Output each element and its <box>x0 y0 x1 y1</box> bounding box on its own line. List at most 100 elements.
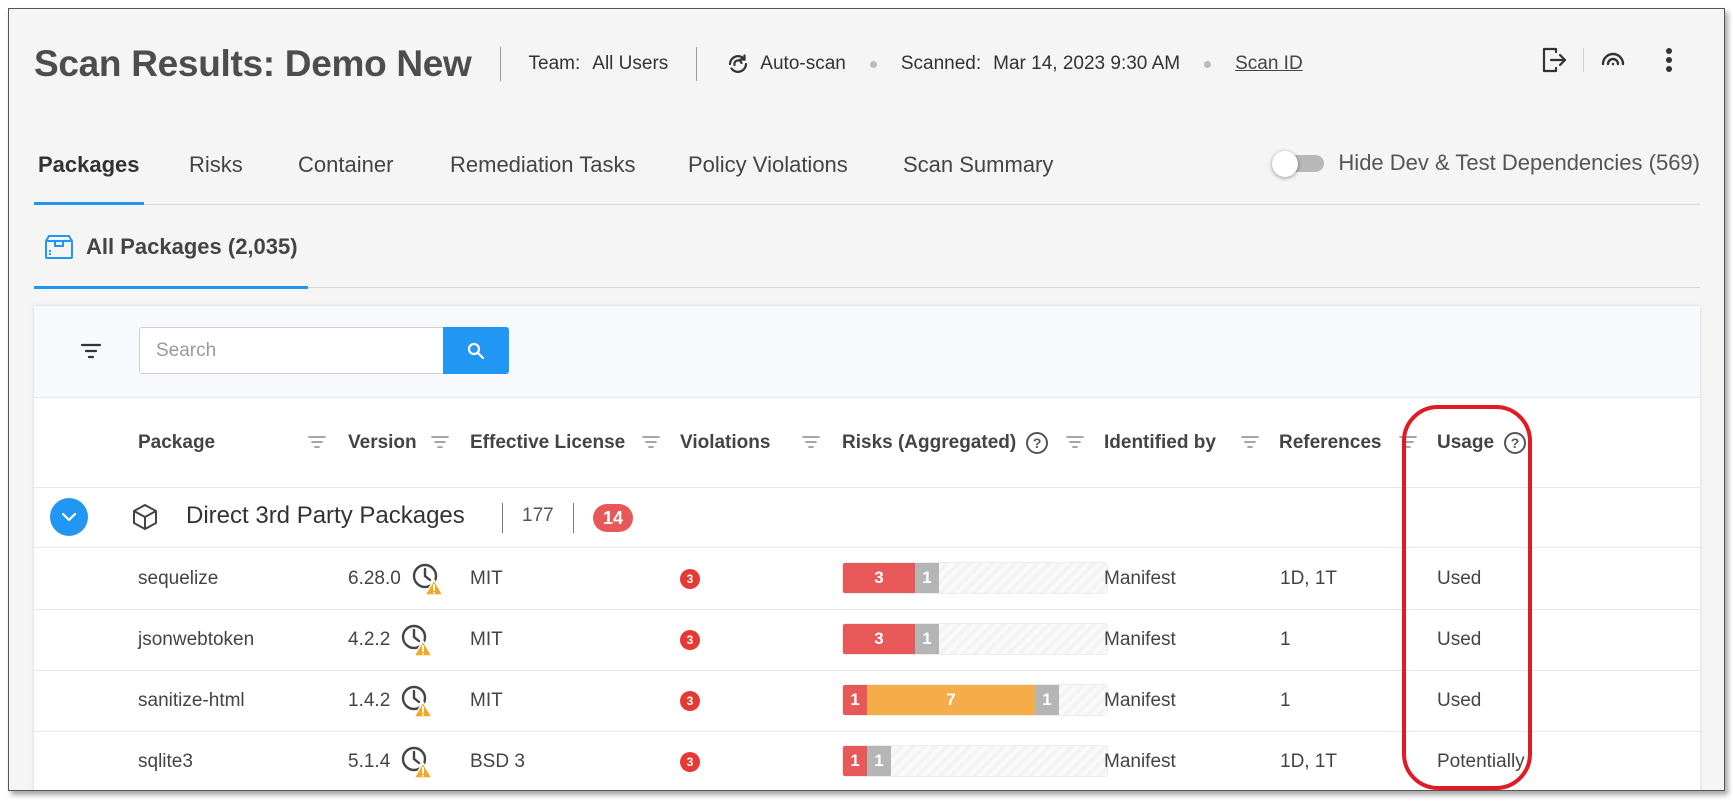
references: 1D, 1T <box>1280 751 1338 772</box>
outdated-warning-icon <box>412 563 444 596</box>
column-filter-icon[interactable] <box>429 431 451 453</box>
license: BSD 3 <box>470 751 525 772</box>
table-row[interactable]: sanitize-html 1.4.2 MIT 3 1 7 1 Manifest 1 Used <box>34 671 1700 732</box>
table-row[interactable]: jsonwebtoken 4.2.2 MIT 3 3 1 Manifest 1 Used <box>34 610 1700 671</box>
scanned-value: Mar 14, 2023 9:30 AM <box>993 53 1181 74</box>
col-violations: Violations <box>680 432 771 453</box>
tab-remediation-tasks[interactable]: Remediation Tasks <box>450 142 635 204</box>
group-count: 177 <box>522 505 554 526</box>
tab-scan-summary[interactable]: Scan Summary <box>903 142 1053 204</box>
license: MIT <box>470 690 503 711</box>
hide-dev-deps-label: Hide Dev & Test Dependencies (569) <box>1338 150 1700 175</box>
outdated-warning-icon <box>402 685 434 718</box>
team-value: All Users <box>592 53 669 74</box>
col-references: References <box>1279 432 1382 453</box>
table-toolbar <box>34 306 1700 398</box>
page-header: Scan Results: Demo New Team: All Users A… <box>34 39 1704 89</box>
table-row[interactable]: sqlite3 5.1.4 BSD 3 3 1 1 Manifest 1D, 1T Potent… <box>34 732 1700 790</box>
risk-bar[interactable]: 31 <box>842 623 1108 655</box>
risk-segment-crit: 1 <box>843 685 867 715</box>
column-filter-icon[interactable] <box>640 431 662 453</box>
package-version: 1.4.2 <box>348 671 434 731</box>
col-risks-aggregated: Risks (Aggregated) ? <box>842 398 1049 488</box>
risk-bar[interactable]: 11 <box>842 745 1108 777</box>
violations-cell: 3 <box>680 732 700 790</box>
identified-by: Manifest <box>1104 751 1176 772</box>
col-identified-by: Identified by <box>1104 432 1216 453</box>
table-header: Package Version Effective License Violat… <box>34 398 1700 488</box>
references: 1 <box>1280 690 1291 711</box>
violations-cell: 3 <box>680 610 700 670</box>
header-divider <box>696 47 698 81</box>
help-icon[interactable]: ? <box>1504 432 1527 454</box>
header-divider <box>499 47 501 81</box>
usage: Used <box>1437 690 1482 711</box>
version-text: 1.4.2 <box>348 690 391 711</box>
col-package: Package <box>138 432 216 453</box>
outdated-warning-icon <box>402 746 434 779</box>
risk-segment-crit: 3 <box>843 624 915 654</box>
violations-cell: 3 <box>680 671 700 731</box>
violations-badge[interactable]: 3 <box>680 630 700 650</box>
package-name[interactable]: sqlite3 <box>138 732 193 790</box>
header-actions <box>1537 43 1686 77</box>
search-button[interactable] <box>443 327 509 374</box>
page-title: Scan Results: Demo New <box>34 43 472 84</box>
package-name[interactable]: sequelize <box>138 549 218 609</box>
tab-container[interactable]: Container <box>298 142 393 204</box>
scan-id-link[interactable]: Scan ID <box>1235 53 1303 75</box>
risk-segment-crit: 3 <box>843 563 915 593</box>
column-filter-icon[interactable] <box>800 431 822 453</box>
search-input[interactable] <box>139 327 443 374</box>
hide-dev-deps-toggle[interactable] <box>1272 151 1325 177</box>
filter-icon[interactable] <box>76 336 106 366</box>
hide-dev-deps: Hide Dev & Test Dependencies (569) <box>1272 150 1700 177</box>
risk-segment-low: 1 <box>915 624 939 654</box>
license: MIT <box>470 568 503 589</box>
version-text: 4.2.2 <box>348 629 391 650</box>
group-label: Direct 3rd Party Packages <box>186 502 465 529</box>
more-vertical-icon[interactable] <box>1652 43 1686 77</box>
violations-cell: 3 <box>680 549 700 609</box>
export-icon[interactable] <box>1537 43 1571 77</box>
rescan-icon[interactable] <box>1596 43 1630 77</box>
identified-by: Manifest <box>1104 690 1176 711</box>
col-usage: Usage ? <box>1437 398 1527 488</box>
risk-segment-low: 1 <box>1035 685 1059 715</box>
risk-segment-crit: 1 <box>843 746 867 776</box>
table-row[interactable]: sequelize 6.28.0 MIT 3 3 1 Manifest 1D, 1T Used <box>34 549 1700 610</box>
references: 1 <box>1280 629 1291 650</box>
package-name[interactable]: jsonwebtoken <box>138 610 254 670</box>
version-text: 5.1.4 <box>348 751 391 772</box>
package-name[interactable]: sanitize-html <box>138 671 245 731</box>
violations-badge[interactable]: 3 <box>680 691 700 711</box>
tab-risks[interactable]: Risks <box>189 142 243 204</box>
risk-segment-high: 7 <box>867 685 1035 715</box>
outdated-warning-icon <box>402 624 434 657</box>
column-filter-icon[interactable] <box>1239 431 1261 453</box>
help-icon[interactable]: ? <box>1026 432 1049 454</box>
subtab-all-packages[interactable]: All Packages (2,035) <box>34 222 308 289</box>
risk-segment-low: 1 <box>867 746 891 776</box>
violations-badge[interactable]: 3 <box>680 569 700 589</box>
usage: Used <box>1437 568 1482 589</box>
package-box-icon <box>45 235 73 259</box>
col-effective-license: Effective License <box>470 432 626 453</box>
column-filter-icon[interactable] <box>1397 431 1419 453</box>
scanned-info: Scanned: Mar 14, 2023 9:30 AM <box>901 53 1180 75</box>
tab-policy-violations[interactable]: Policy Violations <box>688 142 848 204</box>
violations-badge[interactable]: 3 <box>680 752 700 772</box>
usage: Used <box>1437 629 1482 650</box>
collapse-group-button[interactable] <box>50 498 88 536</box>
team-label: Team: <box>528 53 581 74</box>
tab-packages[interactable]: Packages <box>34 142 144 205</box>
risk-bar[interactable]: 31 <box>842 562 1108 594</box>
risk-bar[interactable]: 171 <box>842 684 1108 716</box>
group-divider <box>573 503 574 533</box>
cube-icon <box>133 504 157 530</box>
group-row-direct-3rd-party: Direct 3rd Party Packages 177 14 <box>34 488 1700 548</box>
column-filter-icon[interactable] <box>1064 431 1086 453</box>
references: 1D, 1T <box>1280 568 1338 589</box>
risk-segment-low: 1 <box>915 563 939 593</box>
column-filter-icon[interactable] <box>306 431 328 453</box>
